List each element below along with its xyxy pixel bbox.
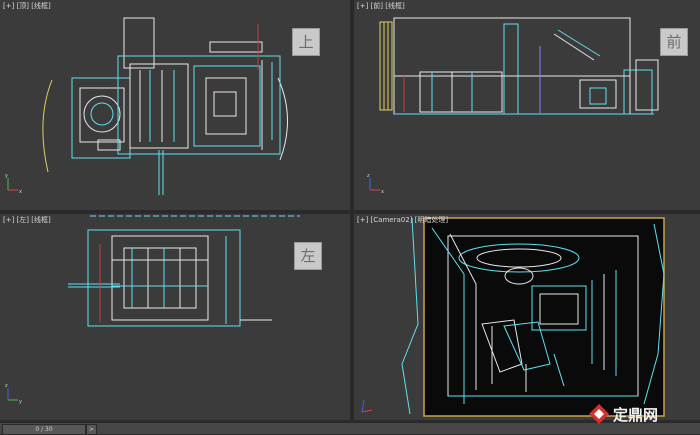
front-axis-tripod-icon: x z bbox=[367, 173, 384, 195]
viewport-left[interactable]: [+] [左] [线框] 左 y z bbox=[0, 214, 350, 420]
viewport-camera-label[interactable]: [+] [Camera02] [明暗处理] bbox=[357, 215, 448, 225]
viewport-top[interactable]: [+] [顶] [线框] 上 x y bbox=[0, 0, 350, 210]
svg-text:x: x bbox=[381, 189, 384, 195]
viewport-camera[interactable]: [+] [Camera02] [明暗处理] bbox=[354, 214, 700, 420]
viewcube-front[interactable]: 前 bbox=[660, 28, 688, 56]
svg-text:y: y bbox=[19, 399, 22, 405]
camera-view-render bbox=[354, 214, 700, 420]
top-axis-tripod-icon: x y bbox=[5, 173, 22, 195]
viewcube-top[interactable]: 上 bbox=[292, 28, 320, 56]
time-slider[interactable]: 0 / 30 bbox=[2, 424, 86, 435]
svg-text:x: x bbox=[19, 189, 22, 195]
next-frame-button[interactable]: > bbox=[86, 424, 97, 435]
left-axis-tripod-icon: y z bbox=[5, 383, 22, 405]
svg-text:z: z bbox=[5, 383, 8, 389]
watermark: 定鼎网 bbox=[588, 402, 658, 426]
viewcube-left[interactable]: 左 bbox=[294, 242, 322, 270]
svg-text:y: y bbox=[5, 173, 8, 179]
watermark-logo-icon bbox=[589, 404, 609, 424]
viewport-left-label[interactable]: [+] [左] [线框] bbox=[3, 215, 51, 225]
viewport-top-label[interactable]: [+] [顶] [线框] bbox=[3, 1, 51, 11]
watermark-text: 定鼎网 bbox=[613, 405, 659, 424]
front-view-wireframe: x z bbox=[367, 17, 659, 195]
viewport-front[interactable]: [+] [前] [线框] 前 x z bbox=[354, 0, 700, 210]
viewport-front-label[interactable]: [+] [前] [线框] bbox=[357, 1, 405, 11]
svg-text:z: z bbox=[367, 173, 370, 179]
